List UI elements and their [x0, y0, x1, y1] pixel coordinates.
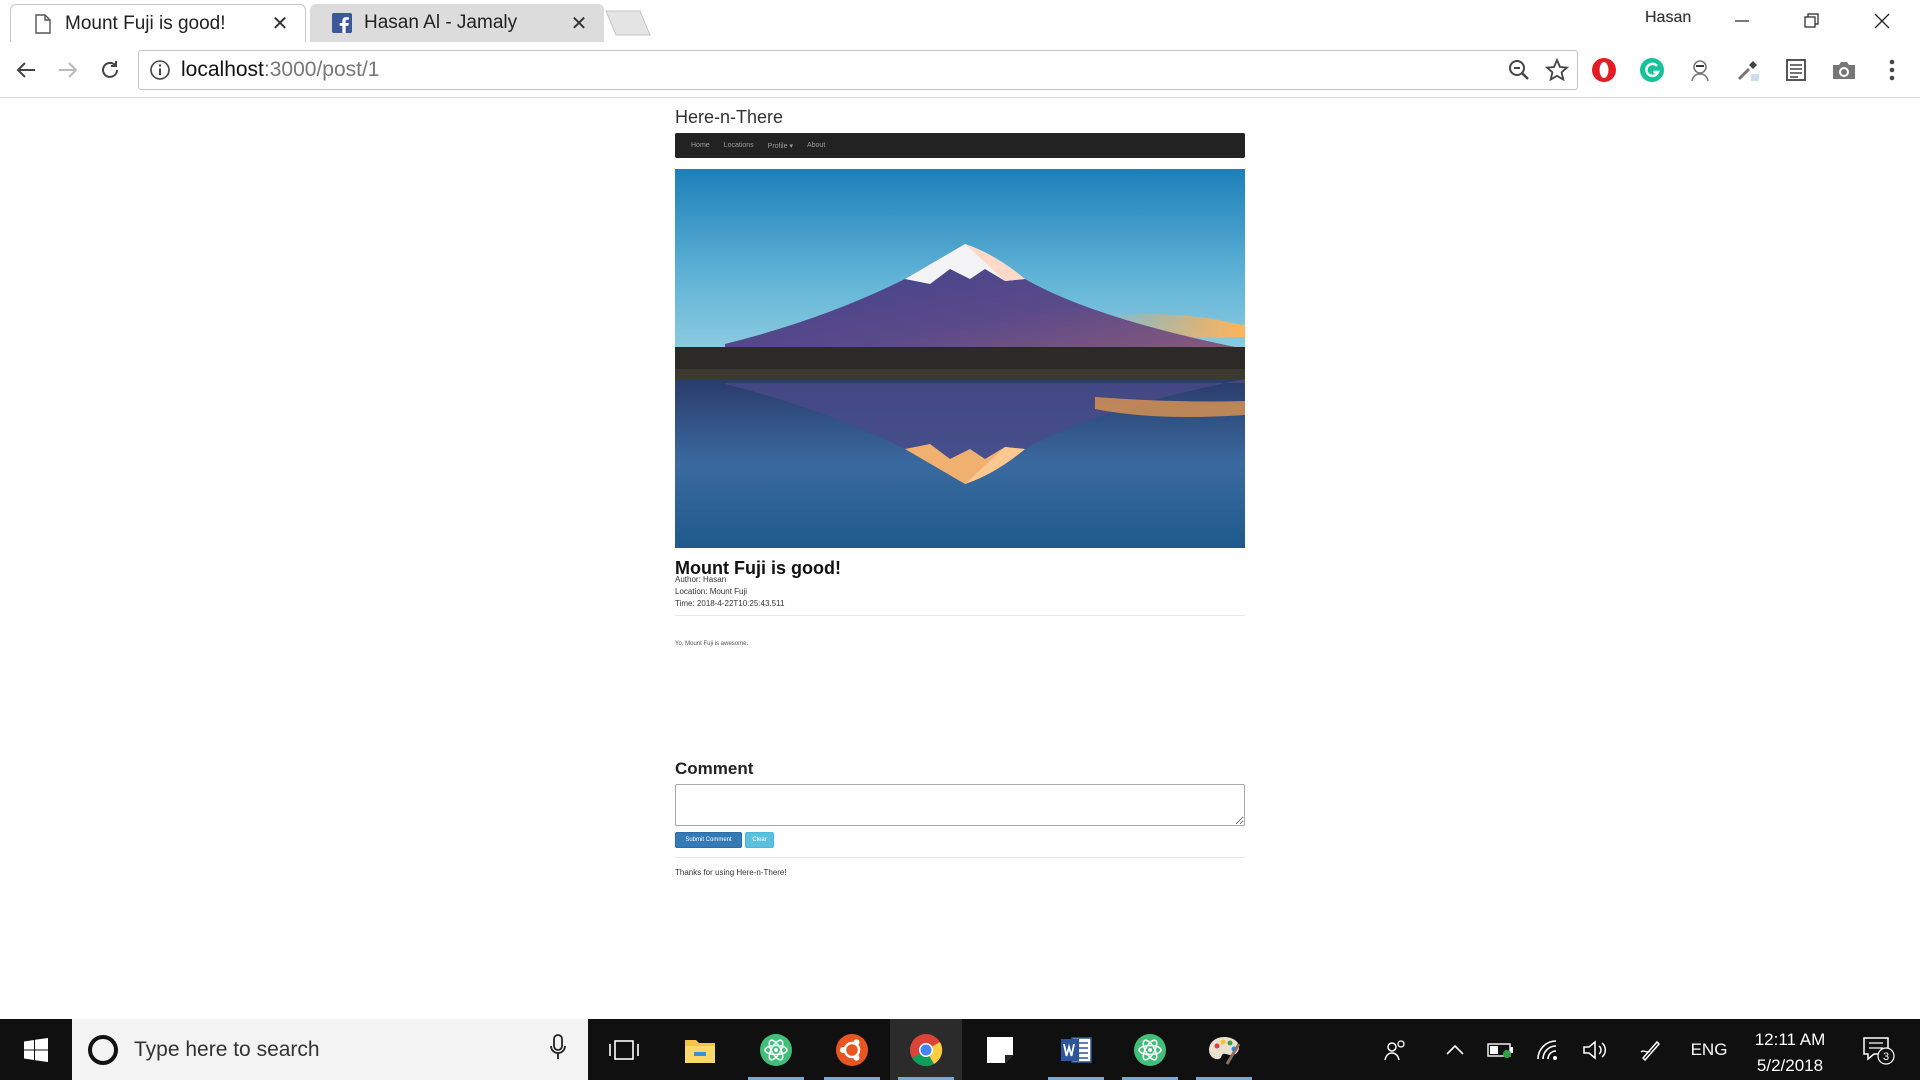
cortana-icon[interactable]	[88, 1034, 118, 1065]
chrome-icon[interactable]	[890, 1019, 962, 1080]
divider	[675, 857, 1245, 858]
page-icon	[33, 13, 53, 35]
people-icon[interactable]	[1378, 1019, 1412, 1080]
word-icon[interactable]	[1040, 1019, 1112, 1080]
chevron-up-icon[interactable]	[1438, 1019, 1472, 1080]
atom-icon[interactable]	[740, 1019, 812, 1080]
site-navbar: Home Locations Profile ▾ About	[675, 133, 1245, 158]
web-page: Here-n-There Home Locations Profile ▾ Ab…	[0, 99, 1920, 1019]
battery-icon[interactable]	[1484, 1019, 1518, 1080]
avatar-extension-icon[interactable]	[1686, 56, 1714, 84]
nav-about[interactable]: About	[807, 142, 825, 149]
new-tab-button[interactable]	[604, 10, 652, 36]
url-host: localhost	[181, 58, 264, 81]
divider	[675, 615, 1245, 616]
tab-title: Mount Fuji is good!	[65, 12, 226, 34]
address-bar[interactable]: localhost:3000/post/1	[138, 50, 1578, 90]
comment-textarea[interactable]	[675, 784, 1245, 826]
close-tab-icon[interactable]: ✕	[568, 12, 590, 35]
submit-comment-button[interactable]: Submit Comment	[675, 832, 742, 848]
paint-icon[interactable]	[1188, 1019, 1260, 1080]
search-placeholder: Type here to search	[134, 1037, 320, 1061]
nav-locations[interactable]: Locations	[724, 142, 754, 149]
windows-taskbar: Type here to search ENG 12:11 AM 5/2/201…	[0, 1019, 1920, 1080]
windows-start-icon[interactable]	[0, 1019, 72, 1080]
back-icon[interactable]	[10, 54, 42, 86]
clock-time: 12:11 AM	[1754, 1030, 1826, 1049]
clear-button[interactable]: Clear	[745, 832, 774, 848]
microphone-icon[interactable]	[550, 1034, 566, 1065]
clock[interactable]: 12:11 AM 5/2/2018	[1740, 1019, 1840, 1080]
notifications-icon[interactable]: 3	[1854, 1019, 1904, 1080]
pen-ink-icon[interactable]	[1634, 1019, 1668, 1080]
sticky-notes-icon[interactable]	[964, 1019, 1036, 1080]
tab-mount-fuji[interactable]: Mount Fuji is good! ✕	[10, 4, 306, 42]
post-location: Location: Mount Fuji	[675, 587, 748, 596]
atom-icon[interactable]	[1114, 1019, 1186, 1080]
comment-heading: Comment	[675, 759, 754, 778]
ubuntu-icon[interactable]	[816, 1019, 888, 1080]
opera-icon[interactable]	[1590, 56, 1618, 84]
bookmark-star-icon[interactable]	[1544, 57, 1570, 87]
post-time: Time: 2018-4-22T10:25:43.511	[675, 599, 785, 608]
file-explorer-icon[interactable]	[664, 1019, 736, 1080]
nav-home[interactable]: Home	[691, 142, 710, 149]
post-body: Yo, Mount Fuji is awesome.	[675, 641, 749, 647]
wifi-icon[interactable]	[1532, 1019, 1566, 1080]
task-view-icon[interactable]	[588, 1019, 660, 1080]
language-indicator[interactable]: ENG	[1684, 1019, 1734, 1080]
site-brand[interactable]: Here-n-There	[675, 107, 783, 128]
taskbar-search-box[interactable]: Type here to search	[72, 1019, 588, 1080]
close-tab-icon[interactable]: ✕	[269, 13, 291, 35]
tab-title: Hasan Al - Jamaly	[364, 12, 518, 33]
browser-toolbar: localhost:3000/post/1	[0, 42, 1920, 98]
menu-kebab-icon[interactable]	[1878, 56, 1906, 84]
restore-icon[interactable]	[1782, 4, 1842, 38]
reload-icon[interactable]	[94, 54, 126, 86]
volume-icon[interactable]	[1578, 1019, 1612, 1080]
tab-facebook[interactable]: Hasan Al - Jamaly ✕	[310, 4, 604, 42]
camera-icon[interactable]	[1830, 56, 1858, 84]
close-window-icon[interactable]	[1852, 4, 1912, 38]
footer-text: Thanks for using Here-n-There!	[675, 868, 787, 877]
info-icon[interactable]	[149, 59, 171, 81]
browser-tab-bar: Mount Fuji is good! ✕ Hasan Al - Jamaly …	[0, 0, 1920, 42]
facebook-icon	[332, 12, 352, 34]
post-author: Author: Hasan	[675, 575, 727, 584]
grammarly-icon[interactable]	[1638, 56, 1666, 84]
url-path: :3000/post/1	[263, 58, 380, 81]
zoom-icon[interactable]	[1507, 58, 1531, 87]
eyedropper-icon[interactable]	[1734, 56, 1762, 84]
profile-name[interactable]: Hasan	[1645, 9, 1691, 27]
nav-profile-dropdown[interactable]: Profile ▾	[768, 142, 793, 150]
clock-date: 5/2/2018	[1756, 1056, 1824, 1075]
minimize-icon[interactable]	[1712, 4, 1772, 38]
notification-count: 3	[1883, 1051, 1889, 1063]
reader-icon[interactable]	[1782, 56, 1810, 84]
mount-fuji-photo	[675, 169, 1245, 548]
forward-icon[interactable]	[52, 54, 84, 86]
